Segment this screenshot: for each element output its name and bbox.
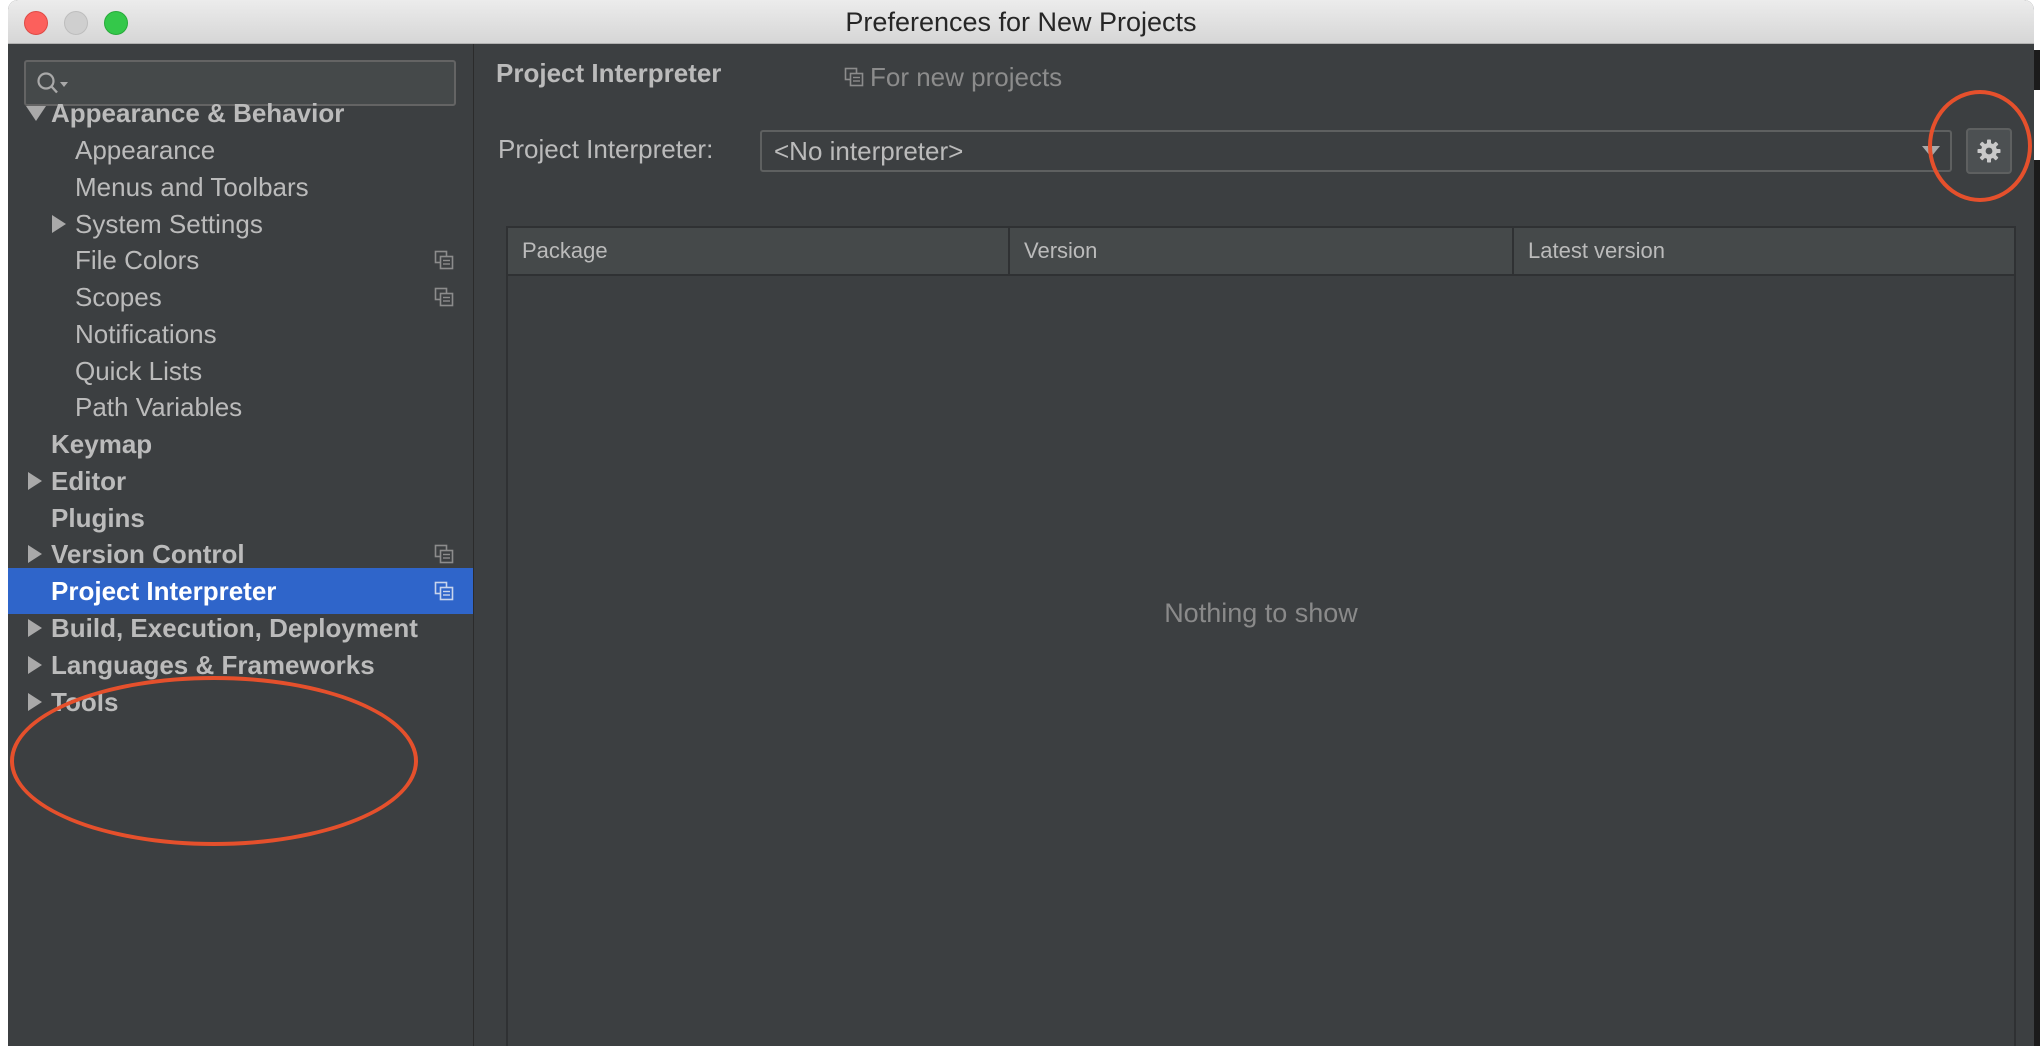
collapsed-arrow-icon[interactable]	[28, 693, 42, 711]
project-copy-icon	[434, 287, 454, 307]
sidebar-item-tools[interactable]: Tools	[8, 679, 473, 725]
column-header-latest-version[interactable]: Latest version	[1514, 228, 2014, 274]
project-copy-icon	[434, 544, 454, 564]
collapsed-arrow-icon[interactable]	[52, 215, 66, 233]
empty-table-message: Nothing to show	[1164, 598, 1358, 628]
interpreter-settings-button[interactable]	[1966, 128, 2012, 174]
title-bar[interactable]: Preferences for New Projects	[8, 0, 2034, 44]
chevron-down-icon[interactable]	[1922, 146, 1940, 157]
window-title: Preferences for New Projects	[845, 7, 1197, 37]
scope-note-text: For new projects	[870, 62, 1063, 92]
preferences-window: Preferences for New Projects Appearance …	[8, 0, 2034, 1046]
table-header: Package Version Latest version	[508, 228, 2014, 276]
column-header-package[interactable]: Package	[508, 228, 1010, 274]
collapsed-arrow-icon[interactable]	[28, 656, 42, 674]
settings-main-panel: Project Interpreter For new projects Pro…	[474, 44, 2034, 1046]
expanded-arrow-icon[interactable]	[26, 106, 46, 121]
collapsed-arrow-icon[interactable]	[28, 619, 42, 637]
interpreter-select-value: <No interpreter>	[774, 136, 964, 166]
sidebar-item-label: Tools	[51, 687, 119, 717]
screenshot-stage: Preferences for New Projects Appearance …	[0, 0, 2044, 1046]
column-header-version[interactable]: Version	[1010, 228, 1514, 274]
gear-icon	[1977, 139, 2001, 163]
interpreter-select[interactable]: <No interpreter>	[760, 130, 1952, 172]
project-copy-icon	[434, 581, 454, 601]
page-title: Project Interpreter	[496, 58, 722, 88]
collapsed-arrow-icon[interactable]	[28, 545, 42, 563]
project-copy-icon	[844, 67, 864, 87]
settings-sidebar: Appearance & Behavior Appearance Menus a…	[8, 44, 474, 1046]
scope-note: For new projects	[844, 62, 1062, 93]
collapsed-arrow-icon[interactable]	[28, 472, 42, 490]
packages-table[interactable]: Package Version Latest version Nothing t…	[506, 226, 2016, 1046]
project-copy-icon	[434, 250, 454, 270]
interpreter-label: Project Interpreter:	[498, 134, 714, 164]
